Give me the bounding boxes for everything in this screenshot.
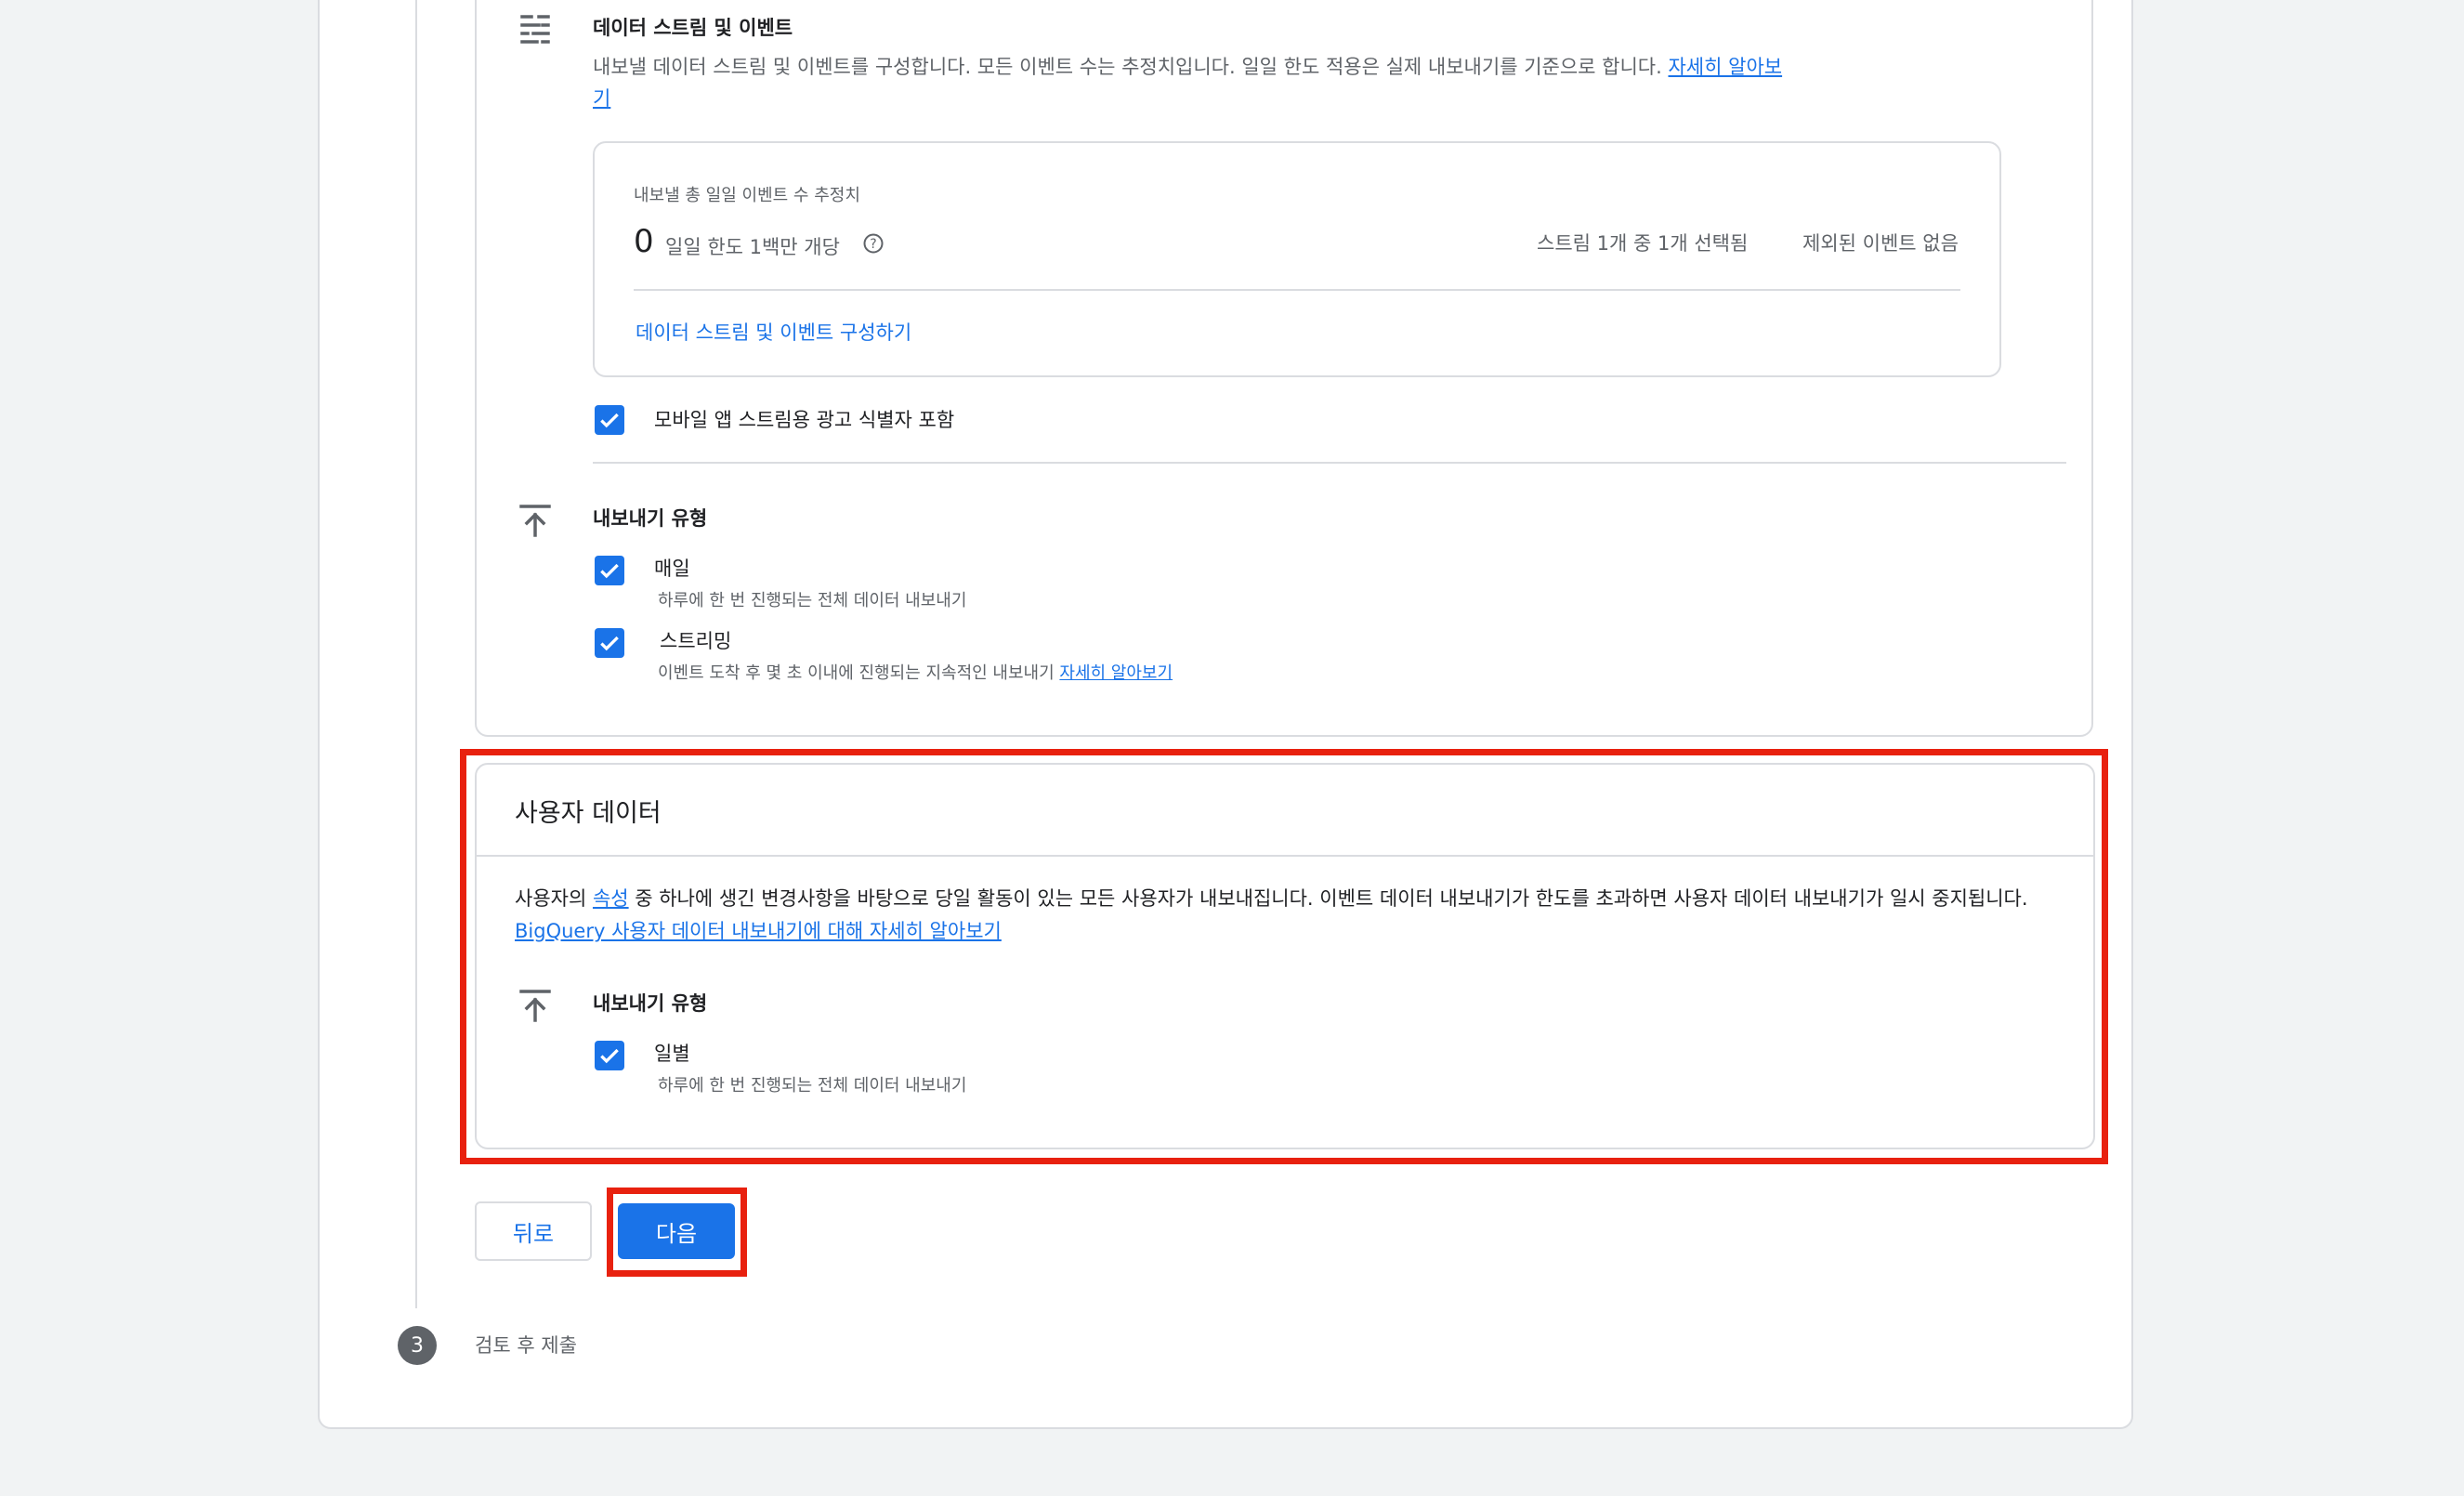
user-data-description: 사용자의 속성 중 하나에 생긴 변경사항을 바탕으로 당일 활동이 있는 모든…: [515, 887, 2028, 942]
property-link[interactable]: 속성: [593, 887, 629, 910]
streams-selected-text: 스트림 1개 중 1개 선택됨: [1537, 232, 1749, 255]
back-button[interactable]: 뒤로: [475, 1201, 592, 1261]
check-icon: [600, 563, 619, 579]
data-stream-title: 데이터 스트림 및 이벤트: [593, 17, 793, 39]
step-3-label: 검토 후 제출: [475, 1334, 577, 1357]
include-ad-id-checkbox[interactable]: [595, 405, 624, 435]
upload-arrow-icon: [519, 990, 551, 1022]
user-daily-export-label: 일별: [654, 1043, 690, 1065]
help-circle-icon[interactable]: ?: [862, 232, 885, 255]
estimate-value: 0: [634, 223, 654, 260]
excluded-events-text: 제외된 이벤트 없음: [1802, 232, 1959, 255]
check-icon: [600, 636, 619, 651]
streaming-export-checkbox[interactable]: [595, 628, 624, 658]
export-type-title: 내보내기 유형: [593, 507, 708, 530]
user-data-divider: [477, 855, 2093, 857]
estimate-label: 내보낼 총 일일 이벤트 수 추정치: [634, 186, 860, 205]
streaming-learn-more-link[interactable]: 자세히 알아보기: [1059, 663, 1173, 683]
include-ad-id-label: 모바일 앱 스트림용 광고 식별자 포함: [654, 409, 955, 431]
configure-streams-link[interactable]: 데이터 스트림 및 이벤트 구성하기: [636, 318, 911, 346]
data-stream-description: 내보낼 데이터 스트림 및 이벤트를 구성합니다. 모든 이벤트 수는 추정치입…: [593, 56, 1783, 78]
user-export-type-title: 내보내기 유형: [593, 992, 708, 1015]
check-icon: [600, 1048, 619, 1064]
daily-export-label: 매일: [654, 558, 690, 580]
user-data-title: 사용자 데이터: [515, 799, 662, 828]
user-daily-export-checkbox[interactable]: [595, 1041, 624, 1070]
daily-export-description: 하루에 한 번 진행되는 전체 데이터 내보내기: [658, 591, 967, 610]
user-daily-export-description: 하루에 한 번 진행되는 전체 데이터 내보내기: [658, 1076, 967, 1096]
bigquery-learn-more-link[interactable]: BigQuery 사용자 데이터 내보내기에 대해 자세히 알아보기: [515, 920, 1002, 942]
tune-lines-icon: [520, 15, 550, 44]
streaming-export-description: 이벤트 도착 후 몇 초 이내에 진행되는 지속적인 내보내기 자세히 알아보기: [658, 663, 1173, 683]
section-divider: [593, 462, 2066, 464]
learn-more-link[interactable]: 자세히 알아보: [1668, 56, 1782, 78]
daily-export-checkbox[interactable]: [595, 556, 624, 585]
next-button[interactable]: 다음: [618, 1203, 735, 1259]
streaming-export-label: 스트리밍: [660, 630, 732, 652]
learn-more-link-continued[interactable]: 기: [593, 84, 610, 112]
upload-arrow-icon: [519, 505, 551, 537]
estimate-divider: [634, 289, 1960, 291]
svg-text:?: ?: [870, 237, 876, 252]
stepper-line: [415, 0, 417, 1308]
check-icon: [600, 413, 619, 428]
daily-limit-text: 일일 한도 1백만 개당: [665, 236, 840, 258]
step-3-indicator: 3: [398, 1326, 437, 1365]
